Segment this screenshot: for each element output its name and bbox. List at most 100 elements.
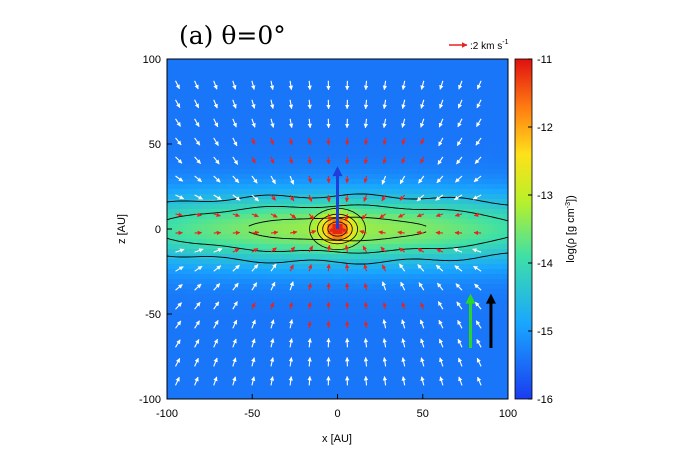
heatmap-cell xyxy=(487,109,494,115)
heatmap-cell xyxy=(432,99,439,105)
heatmap-cell xyxy=(307,189,314,195)
heatmap-cell xyxy=(257,249,263,255)
heatmap-cell xyxy=(227,89,233,95)
heatmap-cell xyxy=(497,334,504,340)
heatmap-cell xyxy=(442,364,449,370)
heatmap-cell xyxy=(337,304,344,310)
heatmap-cell xyxy=(242,154,248,160)
heatmap-cell xyxy=(257,379,263,385)
heatmap-cell xyxy=(412,269,419,275)
heatmap-cell xyxy=(317,364,324,370)
heatmap-cell xyxy=(252,309,258,315)
heatmap-cell xyxy=(242,254,248,260)
heatmap-cell xyxy=(292,299,298,305)
heatmap-cell xyxy=(182,309,188,315)
heatmap-cell xyxy=(457,129,464,135)
heatmap-cell xyxy=(172,279,178,285)
heatmap-cell xyxy=(317,164,324,170)
heatmap-cell xyxy=(377,174,384,180)
heatmap-cell xyxy=(272,224,278,230)
heatmap-cell xyxy=(377,284,384,290)
heatmap-cell xyxy=(317,264,324,270)
heatmap-cell xyxy=(367,324,374,330)
heatmap-cell xyxy=(337,299,344,305)
heatmap-cell xyxy=(272,184,278,190)
heatmap-cell xyxy=(337,344,344,350)
heatmap-cell xyxy=(432,374,439,380)
heatmap-cell xyxy=(172,329,178,335)
heatmap-cell xyxy=(492,149,499,155)
heatmap-cell xyxy=(392,209,399,215)
heatmap-cell xyxy=(387,294,394,300)
heatmap-cell xyxy=(377,124,384,130)
heatmap-cell xyxy=(167,209,173,215)
heatmap-cell xyxy=(222,389,228,395)
heatmap-cell xyxy=(327,149,334,155)
heatmap-cell xyxy=(397,94,404,100)
heatmap-cell xyxy=(392,239,399,245)
heatmap-cell xyxy=(167,204,173,210)
heatmap-cell xyxy=(297,149,303,155)
heatmap-cell xyxy=(492,119,499,125)
heatmap-cell xyxy=(237,119,243,125)
heatmap-cell xyxy=(447,289,454,295)
heatmap-cell xyxy=(212,234,218,240)
heatmap-cell xyxy=(367,339,374,345)
velocity-vector-red xyxy=(344,175,350,184)
heatmap-cell xyxy=(357,274,364,280)
heatmap-cell xyxy=(167,294,173,300)
heatmap-cell xyxy=(377,294,384,300)
heatmap-cell xyxy=(377,324,384,330)
heatmap-cell xyxy=(497,104,504,110)
heatmap-cell xyxy=(337,319,344,325)
heatmap-cell xyxy=(422,179,429,185)
heatmap-cell xyxy=(217,334,223,340)
heatmap-cell xyxy=(347,309,354,315)
heatmap-cell xyxy=(437,224,444,230)
heatmap-cell xyxy=(197,329,203,335)
heatmap-cell xyxy=(327,314,334,320)
heatmap-cell xyxy=(367,159,374,165)
heatmap-cell xyxy=(327,164,334,170)
heatmap-cell xyxy=(182,74,188,80)
heatmap-cell xyxy=(482,249,489,255)
heatmap-cell xyxy=(447,234,454,240)
heatmap-cell xyxy=(357,199,364,205)
heatmap-cell xyxy=(167,84,173,90)
heatmap-cell xyxy=(247,124,253,130)
heatmap-cell xyxy=(257,179,263,185)
heatmap-cell xyxy=(347,169,354,175)
heatmap-cell xyxy=(462,329,469,335)
heatmap-cell xyxy=(387,179,394,185)
heatmap-cell xyxy=(207,264,213,270)
heatmap-cell xyxy=(317,304,324,310)
heatmap-cell xyxy=(487,349,494,355)
heatmap-cell xyxy=(392,64,399,70)
heatmap-cell xyxy=(442,144,449,150)
heatmap-cell xyxy=(492,104,499,110)
heatmap-cell xyxy=(167,74,173,80)
heatmap-cell xyxy=(427,124,434,130)
heatmap-cell xyxy=(457,234,464,240)
heatmap-cell xyxy=(302,169,309,175)
heatmap-cell xyxy=(182,329,188,335)
heatmap-cell xyxy=(237,304,243,310)
heatmap-cell xyxy=(257,279,263,285)
heatmap-cell xyxy=(292,384,298,390)
heatmap-cell xyxy=(257,169,263,175)
heatmap-cell xyxy=(322,309,329,315)
heatmap-cell xyxy=(492,234,499,240)
heatmap-cell xyxy=(292,379,298,385)
heatmap-cell xyxy=(407,134,414,140)
heatmap-cell xyxy=(227,284,233,290)
heatmap-cell xyxy=(367,74,374,80)
heatmap-cell xyxy=(377,114,384,120)
heatmap-cell xyxy=(347,154,354,160)
heatmap-cell xyxy=(322,159,329,165)
heatmap-cell xyxy=(182,109,188,115)
heatmap-cell xyxy=(202,274,208,280)
heatmap-cell xyxy=(267,329,273,335)
heatmap-cell xyxy=(352,109,359,115)
heatmap-cell xyxy=(477,244,484,250)
heatmap-cell xyxy=(222,249,228,255)
